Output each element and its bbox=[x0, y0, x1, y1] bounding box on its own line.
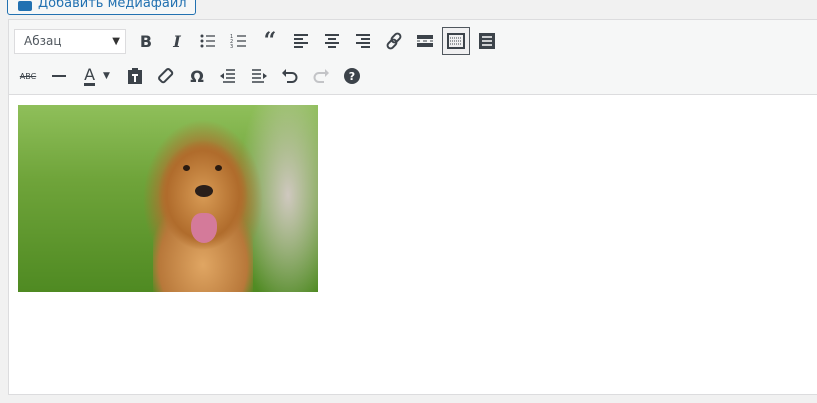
strikethrough-button[interactable]: ABC bbox=[14, 62, 42, 90]
editor: Абзац ▼ B I 123 “ ABC A ▼ Ω ? bbox=[8, 19, 817, 395]
indent-icon bbox=[252, 69, 267, 83]
help-icon: ? bbox=[344, 68, 360, 84]
indent-button[interactable] bbox=[245, 62, 273, 90]
align-right-icon bbox=[356, 34, 370, 48]
svg-text:3: 3 bbox=[230, 44, 233, 50]
blockquote-button[interactable]: “ bbox=[256, 27, 284, 55]
tongue bbox=[191, 213, 217, 243]
undo-icon bbox=[282, 69, 298, 83]
editor-content[interactable] bbox=[9, 95, 817, 395]
link-icon bbox=[386, 32, 402, 50]
redo-button[interactable] bbox=[307, 62, 335, 90]
dog bbox=[153, 135, 253, 292]
horizontal-line-icon bbox=[52, 75, 66, 77]
read-more-button[interactable] bbox=[411, 27, 439, 55]
link-button[interactable] bbox=[380, 27, 408, 55]
eye bbox=[215, 165, 222, 171]
bulleted-list-button[interactable] bbox=[194, 27, 222, 55]
undo-button[interactable] bbox=[276, 62, 304, 90]
bold-button[interactable]: B bbox=[132, 27, 160, 55]
fullscreen-button[interactable] bbox=[473, 27, 501, 55]
text-color-button[interactable]: A ▼ bbox=[76, 62, 118, 90]
nose bbox=[195, 185, 213, 197]
horizontal-line-button[interactable] bbox=[45, 62, 73, 90]
add-media-button[interactable]: Добавить медиафайл bbox=[7, 0, 196, 15]
help-button[interactable]: ? bbox=[338, 62, 366, 90]
chevron-down-icon: ▼ bbox=[103, 71, 110, 81]
dog-image[interactable] bbox=[18, 105, 318, 292]
align-right-button[interactable] bbox=[349, 27, 377, 55]
special-character-button[interactable]: Ω bbox=[183, 62, 211, 90]
toolbar-toggle-button[interactable] bbox=[442, 27, 470, 55]
paste-text-button[interactable] bbox=[121, 62, 149, 90]
align-center-icon bbox=[325, 34, 339, 48]
fullscreen-icon bbox=[479, 33, 495, 49]
italic-button[interactable]: I bbox=[163, 27, 191, 55]
keyboard-icon bbox=[447, 33, 465, 49]
read-more-icon bbox=[417, 35, 433, 47]
clear-formatting-button[interactable] bbox=[152, 62, 180, 90]
format-select[interactable]: Абзац ▼ bbox=[14, 28, 126, 54]
numbered-list-button[interactable]: 123 bbox=[225, 27, 253, 55]
redo-icon bbox=[313, 69, 329, 83]
editor-toolbar: Абзац ▼ B I 123 “ ABC A ▼ Ω ? bbox=[9, 20, 817, 95]
quote-icon: “ bbox=[263, 28, 277, 54]
numbered-list-icon: 123 bbox=[230, 34, 246, 50]
media-icon bbox=[18, 1, 32, 11]
clipboard-icon bbox=[128, 68, 142, 84]
align-center-button[interactable] bbox=[318, 27, 346, 55]
bulleted-list-icon bbox=[200, 34, 215, 48]
eraser-icon bbox=[158, 68, 174, 84]
outdent-button[interactable] bbox=[214, 62, 242, 90]
chevron-down-icon: ▼ bbox=[112, 35, 120, 47]
eye bbox=[183, 165, 190, 171]
align-left-icon bbox=[294, 34, 308, 48]
align-left-button[interactable] bbox=[287, 27, 315, 55]
outdent-icon bbox=[220, 69, 235, 83]
